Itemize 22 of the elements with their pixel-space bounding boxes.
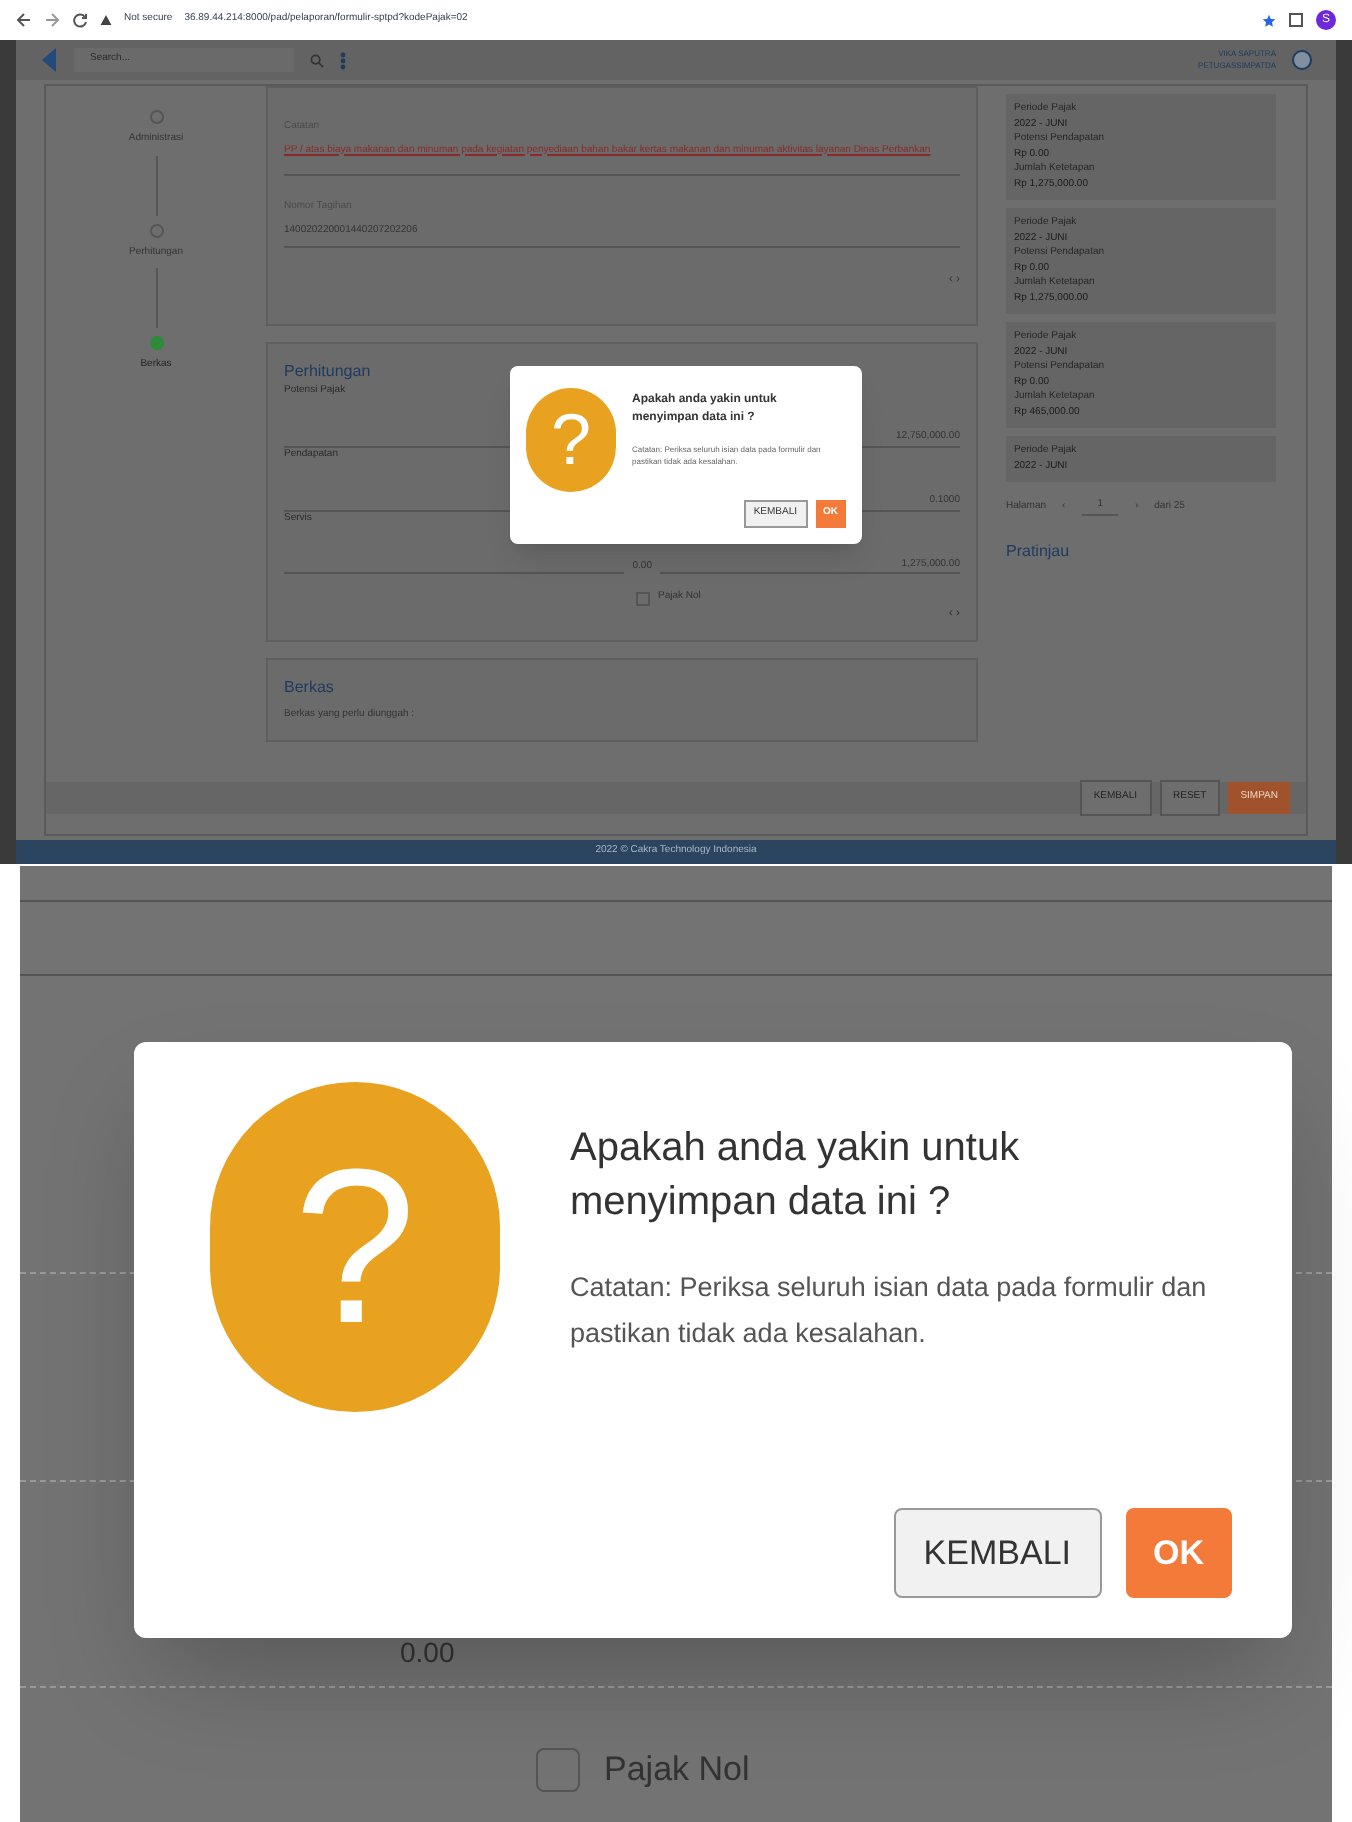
dialog-title: Apakah anda yakin untuk menyimpan data ini ? [570,1124,1022,1228]
sidebar-icon [1288,12,1304,28]
checkbox-label: Pajak Nol [604,1748,750,1792]
warning-icon [100,14,112,26]
ok-button[interactable]: OK [1125,1508,1232,1598]
reload-icon [72,12,88,28]
more-icon [340,51,346,69]
section-title: Pratinjau [1006,539,1072,563]
amount-text: 0.00 [400,1638,457,1666]
section-title: Berkas [284,676,336,700]
forward-icon [44,12,60,28]
question-icon: ? [526,388,616,492]
star-icon [1262,13,1276,27]
section-title: Perhitungan [284,360,373,384]
search-icon [310,53,324,67]
back-button[interactable]: KEMBALI [893,1508,1101,1598]
user-avatar[interactable] [1292,50,1312,70]
logo-icon [40,48,58,72]
back-icon [16,12,32,28]
checkbox[interactable] [536,1747,580,1792]
dialog-message: Catatan: Periksa seluruh isian data pada formulir dan pastikan tidak ada kesalahan. [570,1270,1209,1352]
question-icon: ? [210,1082,500,1412]
